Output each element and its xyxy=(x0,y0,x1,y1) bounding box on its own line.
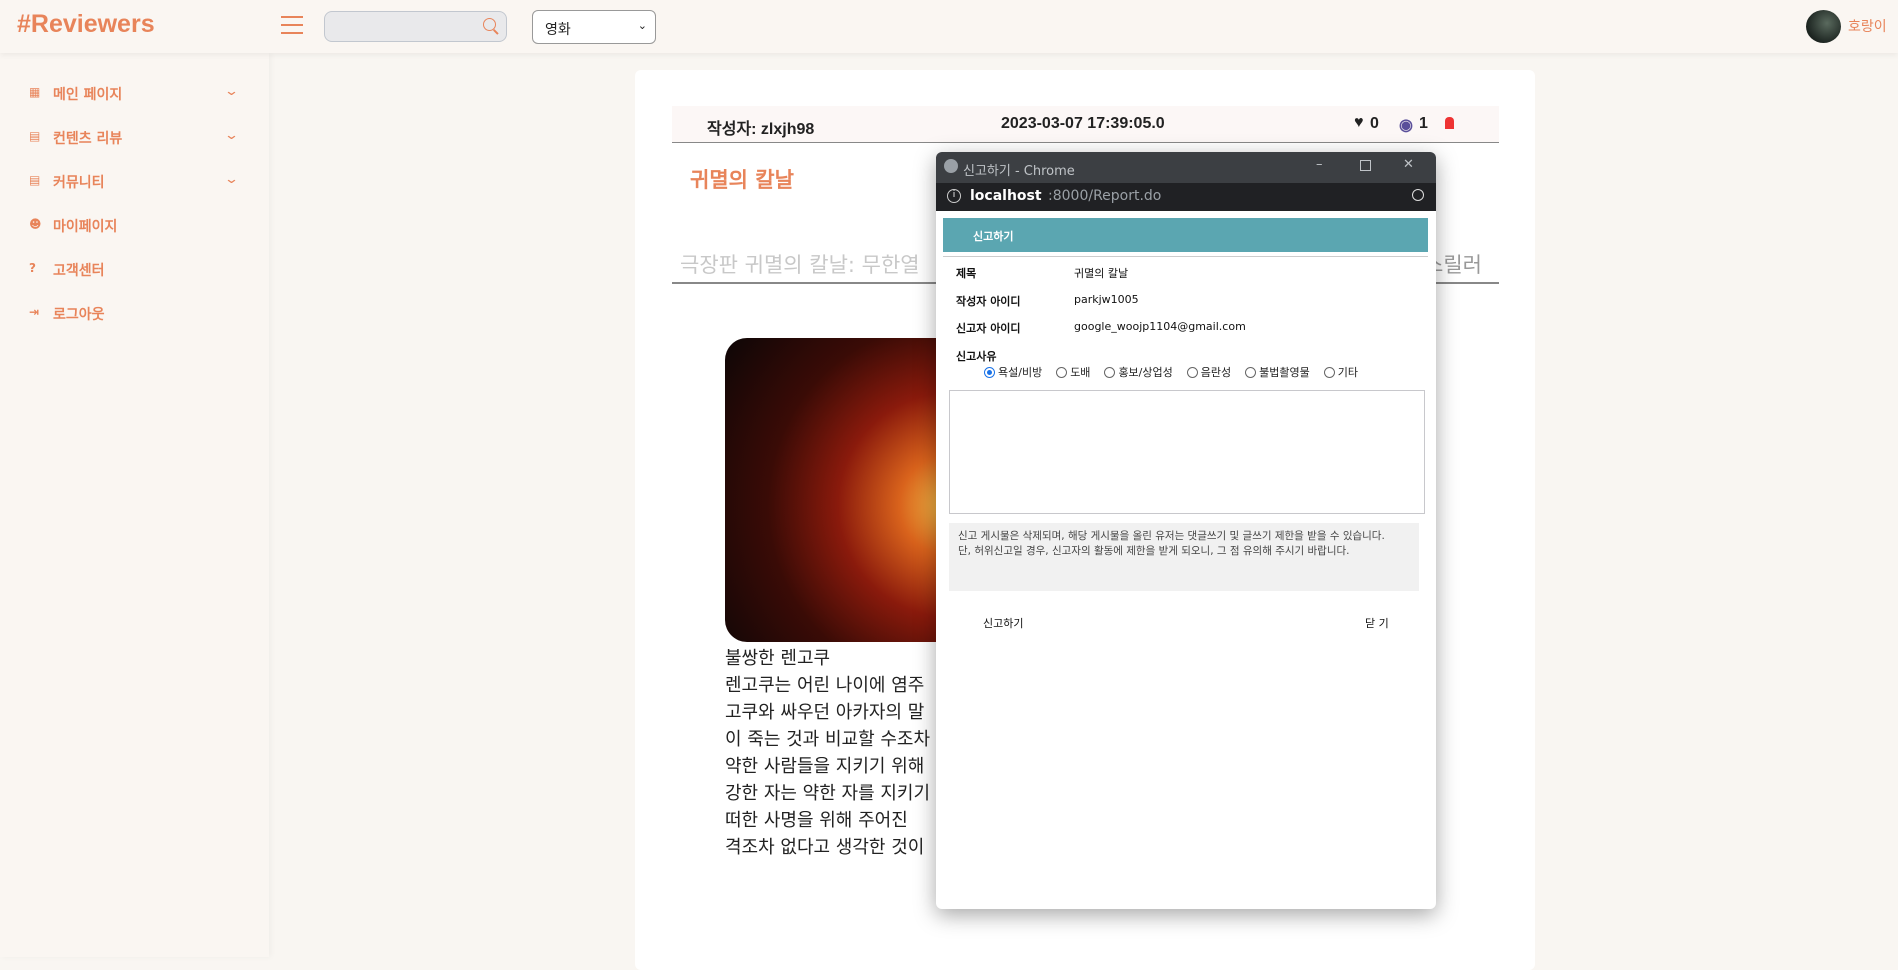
field-label: 신고자 아이디 xyxy=(956,322,1021,335)
reason-radio[interactable]: 음란성 xyxy=(1186,364,1231,380)
top-header: #Reviewers 영화 ⌄ 호랑이 xyxy=(0,0,1898,53)
category-select[interactable]: 영화 ⌄ xyxy=(532,10,656,44)
report-notice: 신고 게시물은 삭제되며, 해당 게시물을 올린 유저는 댓글쓰기 및 글쓰기 … xyxy=(949,523,1419,591)
chevron-down-icon: ⌄ xyxy=(637,19,647,32)
reason-radio[interactable]: 도배 xyxy=(1056,364,1090,380)
divider xyxy=(943,256,1428,257)
reason-label: 신고사유 xyxy=(956,350,997,363)
zoom-icon[interactable] xyxy=(1412,189,1424,201)
eye-icon: ◉ xyxy=(1399,117,1413,134)
reason-radio[interactable]: 욕설/비방 xyxy=(984,364,1042,380)
report-siren-icon[interactable] xyxy=(1445,117,1454,129)
user-icon: ☻ xyxy=(29,217,42,231)
post-title: 귀멸의 칼날 xyxy=(690,168,794,192)
like-count: 0 xyxy=(1370,115,1379,132)
body-line: 약한 사람들을 지키기 위해 xyxy=(725,756,925,777)
post-meta-bar: 작성자: zlxjh98 2023-03-07 17:39:05.0 ♥ 0 ◉… xyxy=(672,106,1499,143)
body-line: 불쌍한 렌고쿠 xyxy=(725,648,831,669)
view-count: 1 xyxy=(1419,115,1428,132)
report-header-title: 신고하기 xyxy=(973,230,1014,243)
post-subtitle: 극장판 귀멸의 칼날: 무한열 xyxy=(680,253,920,277)
list-icon: ▤ xyxy=(29,129,41,143)
category-value: 영화 xyxy=(545,22,571,38)
report-popup-window: 신고하기 - Chrome – ✕ i localhost :8000/Repo… xyxy=(936,152,1436,909)
report-reason-textarea[interactable] xyxy=(949,390,1425,514)
window-titlebar[interactable]: 신고하기 - Chrome – ✕ xyxy=(936,152,1436,183)
body-line: 떠한 사명을 위해 주어진 xyxy=(725,810,908,831)
minimize-button[interactable]: – xyxy=(1316,157,1323,172)
chevron-down-icon: ⌄ xyxy=(223,172,240,187)
sidebar: ▦ 메인 페이지 ⌄ ▤ 컨텐츠 리뷰 ⌄ ▤ 커뮤니티 ⌄ ☻ 마이페이지 ? 고객센터 ⇥ 로… xyxy=(0,53,269,957)
sidebar-item-logout[interactable]: ⇥ 로그아웃 xyxy=(29,302,239,326)
body-line: 렌고쿠는 어린 나이에 염주 xyxy=(725,675,925,696)
reason-radio[interactable]: 홍보/상업성 xyxy=(1104,364,1173,380)
field-value: google_woojp1104@gmail.com xyxy=(1074,320,1246,333)
sidebar-item-mypage[interactable]: ☻ 마이페이지 xyxy=(29,214,239,238)
url-host: localhost xyxy=(970,188,1042,204)
body-line: 고쿠와 싸우던 아카자의 말 xyxy=(725,702,925,723)
field-label: 제목 xyxy=(956,267,977,280)
post-author: 작성자: zlxjh98 xyxy=(707,121,815,138)
globe-icon xyxy=(944,159,958,173)
reason-radio[interactable]: 기타 xyxy=(1323,364,1358,380)
search-icon[interactable] xyxy=(483,18,496,31)
field-value: parkjw1005 xyxy=(1074,293,1139,306)
body-line: 강한 자는 약한 자를 지키기 xyxy=(725,783,931,804)
sidebar-item-content-review[interactable]: ▤ 컨텐츠 리뷰 ⌄ xyxy=(29,126,239,150)
sidebar-item-main[interactable]: ▦ 메인 페이지 ⌄ xyxy=(29,82,239,106)
notebook-icon: ▤ xyxy=(29,173,41,187)
address-bar[interactable]: i localhost :8000/Report.do xyxy=(936,183,1436,211)
reason-radio-group: 욕설/비방 도배 홍보/상업성 음란성 불법촬영물 기타 xyxy=(984,364,1372,380)
notice-line: 단, 허위신고일 경우, 신고자의 활동에 제한을 받게 되오니, 그 점 유의… xyxy=(958,545,1350,557)
url-path: :8000/Report.do xyxy=(1048,188,1162,204)
search-input[interactable] xyxy=(324,11,507,42)
window-title: 신고하기 - Chrome xyxy=(963,164,1075,179)
grid-icon: ▦ xyxy=(29,85,41,99)
field-value: 귀멸의 칼날 xyxy=(1074,267,1129,280)
close-button[interactable]: 닫 기 xyxy=(1365,615,1389,631)
logout-icon: ⇥ xyxy=(29,305,40,319)
post-date: 2023-03-07 17:39:05.0 xyxy=(1001,115,1165,132)
heart-icon[interactable]: ♥ xyxy=(1354,114,1364,132)
chevron-down-icon: ⌄ xyxy=(223,128,240,143)
chevron-down-icon: ⌄ xyxy=(223,84,240,99)
field-label: 작성자 아이디 xyxy=(956,295,1021,308)
sidebar-item-support[interactable]: ? 고객센터 xyxy=(29,258,239,282)
info-icon[interactable]: i xyxy=(947,189,961,203)
body-line: 격조차 없다고 생각한 것이 xyxy=(725,837,925,858)
help-icon: ? xyxy=(29,261,36,275)
notice-line: 신고 게시물은 삭제되며, 해당 게시물을 올린 유저는 댓글쓰기 및 글쓰기 … xyxy=(958,530,1385,542)
user-name[interactable]: 호랑이 xyxy=(1848,16,1887,36)
hamburger-menu-icon[interactable] xyxy=(281,16,303,34)
report-header: 신고하기 xyxy=(943,218,1428,252)
maximize-button[interactable] xyxy=(1360,160,1371,171)
body-line: 이 죽는 것과 비교할 수조차 xyxy=(725,729,931,750)
sidebar-item-community[interactable]: ▤ 커뮤니티 ⌄ xyxy=(29,170,239,194)
logo[interactable]: #Reviewers xyxy=(17,10,155,39)
reason-radio[interactable]: 불법촬영물 xyxy=(1245,364,1310,380)
close-window-button[interactable]: ✕ xyxy=(1403,157,1414,172)
submit-report-button[interactable]: 신고하기 xyxy=(983,615,1023,631)
avatar[interactable] xyxy=(1806,10,1841,43)
